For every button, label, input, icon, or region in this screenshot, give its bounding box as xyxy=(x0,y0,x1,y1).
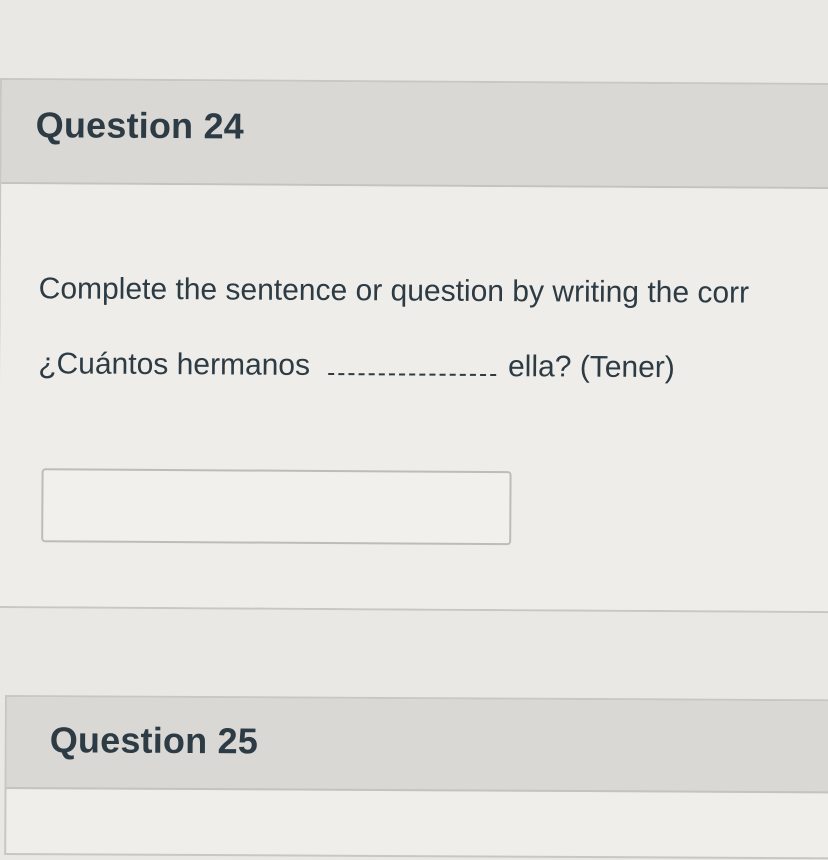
question-24-card: Question 24 Complete the sentence or que… xyxy=(0,78,828,614)
question-header: Question 24 xyxy=(1,80,828,190)
question-25-card: Question 25 xyxy=(4,695,828,860)
fill-in-sentence: ¿Cuántos hermanos ella? (Tener) xyxy=(38,347,675,385)
question-header: Question 25 xyxy=(6,697,828,794)
question-prompt: Complete the sentence or question by wri… xyxy=(38,272,750,310)
question-title: Question 24 xyxy=(35,104,245,147)
sentence-blank xyxy=(328,349,497,377)
sentence-after-blank: ella? (Tener) xyxy=(507,350,675,385)
sentence-before-blank: ¿Cuántos hermanos xyxy=(38,347,311,382)
answer-input[interactable] xyxy=(41,468,512,546)
question-title: Question 25 xyxy=(49,719,259,762)
question-body: Complete the sentence or question by wri… xyxy=(0,184,828,612)
